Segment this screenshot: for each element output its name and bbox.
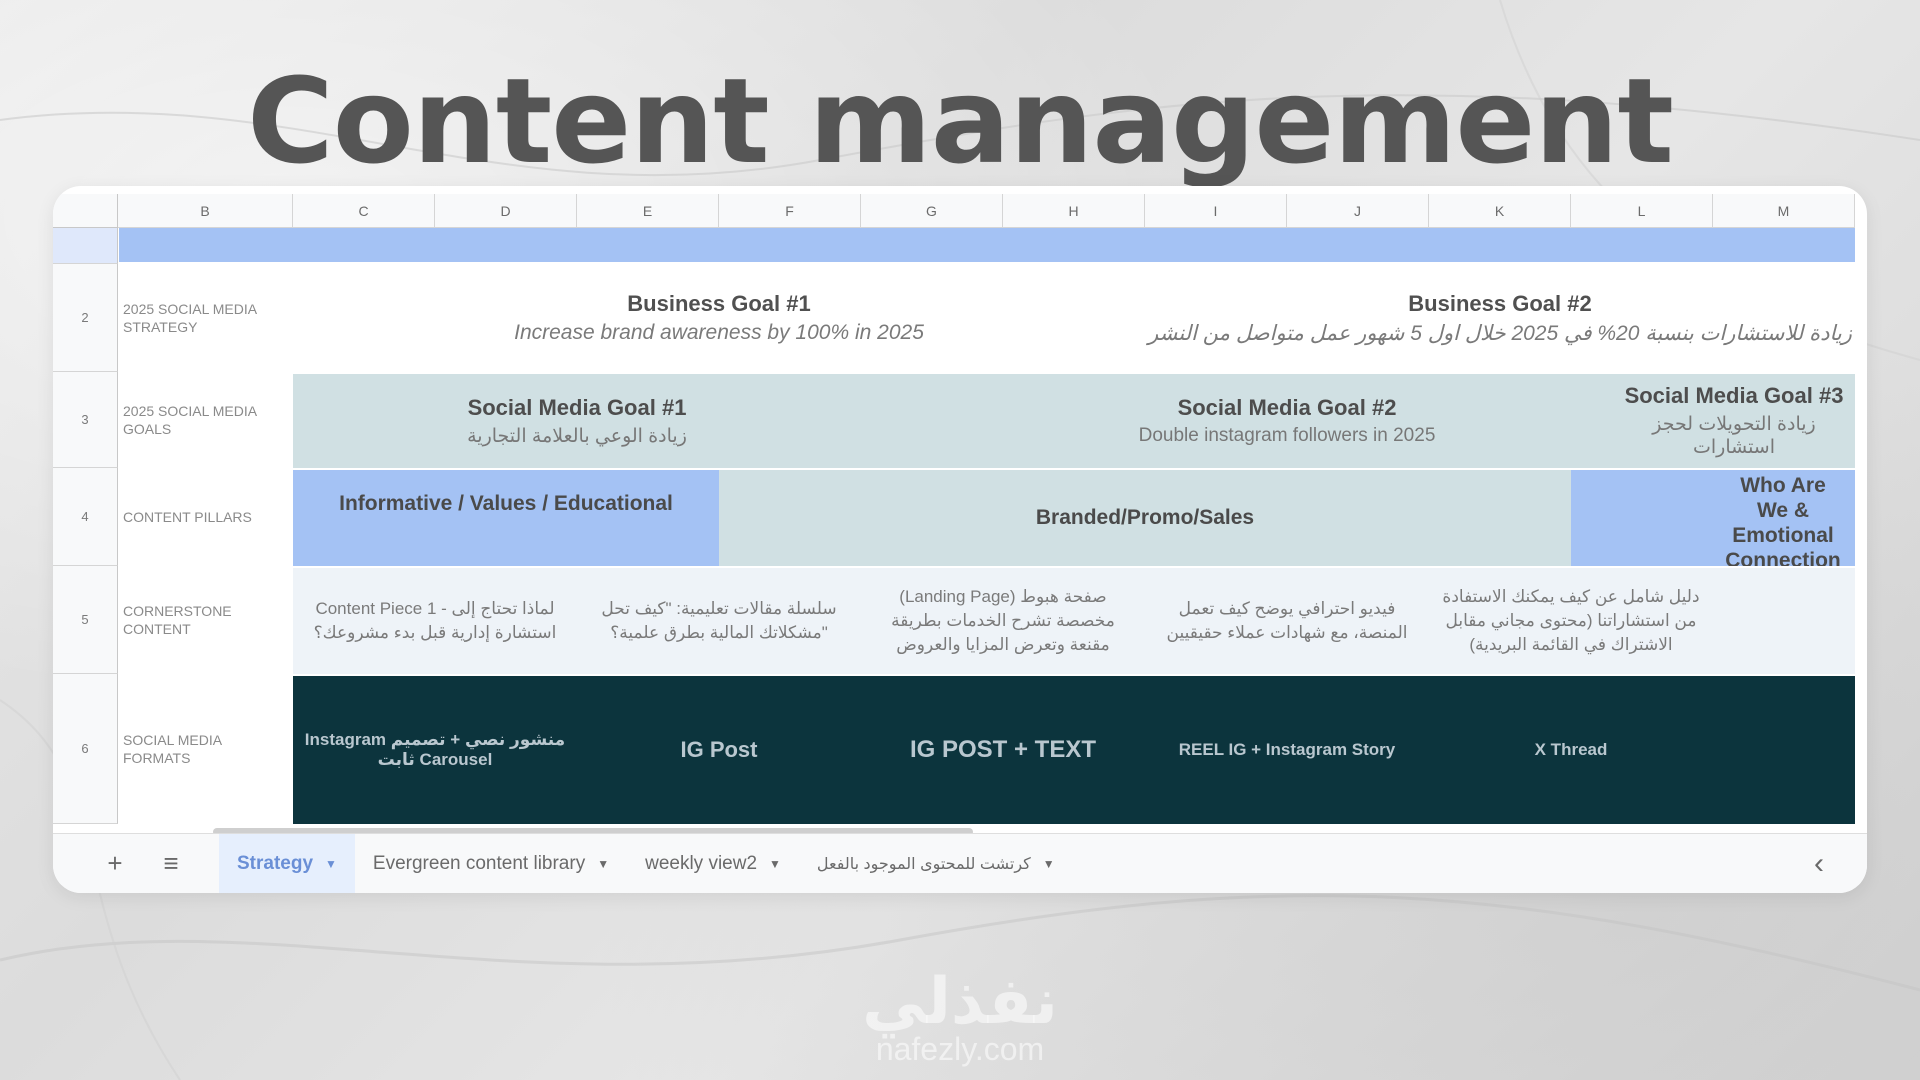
pillar-informative-label: Informative / Values / Educational xyxy=(339,492,673,515)
tab-existing-content[interactable]: كرتشت للمحتوى الموجود بالفعل ▼ xyxy=(799,834,1073,894)
row-header-1[interactable] xyxy=(53,228,118,264)
row-header-2[interactable]: 2 xyxy=(53,264,118,372)
business-goal-1-cell[interactable]: Business Goal #1 Increase brand awarenes… xyxy=(293,264,1145,372)
business-goal-2-subtitle: زيادة للاستشارات بنسبة 20% في 2025 خلال … xyxy=(1148,321,1852,345)
social-media-goal-1-title: Social Media Goal #1 xyxy=(467,394,687,420)
watermark-url: nafezly.com xyxy=(875,1031,1045,1067)
tab-weekly-view2[interactable]: weekly view2 ▼ xyxy=(627,834,799,894)
column-header-c[interactable]: C xyxy=(293,194,435,228)
column-header-i[interactable]: I xyxy=(1145,194,1287,228)
row-label-strategy[interactable]: 2025 SOCIAL MEDIA STRATEGY xyxy=(123,264,288,372)
row-header-3[interactable]: 3 xyxy=(53,372,118,468)
format-3-text: IG POST + TEXT xyxy=(909,736,1097,763)
column-header-j[interactable]: J xyxy=(1287,194,1429,228)
social-media-goal-3-title: Social Media Goal #3 xyxy=(1624,383,1844,408)
column-header-k[interactable]: K xyxy=(1429,194,1571,228)
format-1-cell[interactable]: Instagram منشور نصي + تصميم ثابت Carouse… xyxy=(293,676,577,824)
pillar-who-are-we-cell[interactable]: Who Are We & Emotional Connection xyxy=(1571,470,1855,566)
pillar-who-are-we-label: Who Are We & Emotional Connection xyxy=(1725,474,1841,566)
format-4-text: REEL IG + Instagram Story xyxy=(1178,740,1396,759)
column-header-e[interactable]: E xyxy=(577,194,719,228)
watermark: نفذلي nafezly.com xyxy=(0,965,1920,1068)
cornerstone-piece-1-text: Content Piece 1 - لماذا تحتاج إلى استشار… xyxy=(313,599,557,642)
tab-evergreen-label: Evergreen content library xyxy=(372,852,586,874)
row-label-cornerstone[interactable]: CORNERSTONE CONTENT xyxy=(123,566,288,674)
tab-strategy-label: Strategy xyxy=(237,852,314,874)
chevron-down-icon[interactable]: ▼ xyxy=(1043,857,1055,871)
cornerstone-piece-4-text: فيديو احترافي يوضح كيف تعمل المنصة، مع ش… xyxy=(1166,599,1408,642)
pillar-branded-cell[interactable]: Branded/Promo/Sales xyxy=(719,470,1571,566)
row-label-pillars[interactable]: CONTENT PILLARS xyxy=(123,468,288,566)
tab-strategy[interactable]: Strategy ▼ xyxy=(219,833,355,893)
business-goal-2-cell[interactable]: Business Goal #2 زيادة للاستشارات بنسبة … xyxy=(1145,264,1855,372)
column-header-f[interactable]: F xyxy=(719,194,861,228)
add-sheet-icon[interactable]: + xyxy=(87,848,143,879)
format-2-cell[interactable]: IG Post xyxy=(577,676,861,824)
column-header-d[interactable]: D xyxy=(435,194,577,228)
business-goal-1-title: Business Goal #1 xyxy=(627,291,811,316)
format-3-cell[interactable]: IG POST + TEXT xyxy=(861,676,1145,824)
social-media-goal-2-cell[interactable]: Social Media Goal #2 Double instagram fo… xyxy=(861,374,1713,468)
header-band xyxy=(119,228,1855,262)
sheet-tab-bar: + ≡ Strategy ▼ Evergreen content library… xyxy=(53,833,1867,893)
chevron-down-icon[interactable]: ▼ xyxy=(597,857,609,871)
business-goal-1-subtitle: Increase brand awareness by 100% in 2025 xyxy=(514,321,924,344)
business-goal-2-title: Business Goal #2 xyxy=(1408,290,1592,316)
chevron-down-icon[interactable]: ▼ xyxy=(769,857,781,871)
row-label-formats[interactable]: SOCIAL MEDIA FORMATS xyxy=(123,674,288,824)
select-all-corner[interactable] xyxy=(53,194,118,228)
pillar-informative-cell[interactable]: Informative / Values / Educational xyxy=(293,470,719,566)
column-header-h[interactable]: H xyxy=(1003,194,1145,228)
format-5-cell[interactable]: X Thread xyxy=(1429,676,1713,824)
row-header-6[interactable]: 6 xyxy=(53,674,118,824)
cornerstone-piece-3-cell[interactable]: (Landing Page) صفحة هبوط مخصصة تشرح الخد… xyxy=(861,568,1145,674)
social-media-goal-3-cell[interactable]: Social Media Goal #3 زيادة التحويلات لحج… xyxy=(1613,374,1855,468)
format-1-text: Instagram منشور نصي + تصميم ثابت Carouse… xyxy=(304,730,566,769)
pillar-branded-label: Branded/Promo/Sales xyxy=(1035,506,1255,529)
column-header-l[interactable]: L xyxy=(1571,194,1713,228)
column-header-b[interactable]: B xyxy=(118,194,293,228)
row-header-4[interactable]: 4 xyxy=(53,468,118,566)
collapse-tabs-icon[interactable]: ‹ xyxy=(1791,847,1847,881)
social-media-goal-3-subtitle: زيادة التحويلات لحجز استشارات xyxy=(1652,414,1816,458)
tab-existing-content-label: كرتشت للمحتوى الموجود بالفعل xyxy=(816,855,1031,873)
format-2-text: IG Post xyxy=(680,737,758,762)
chevron-down-icon[interactable]: ▼ xyxy=(325,857,337,871)
page-title: Content management xyxy=(247,52,1674,190)
column-header-g[interactable]: G xyxy=(861,194,1003,228)
cornerstone-piece-1-cell[interactable]: Content Piece 1 - لماذا تحتاج إلى استشار… xyxy=(293,568,577,674)
social-media-goal-2-title: Social Media Goal #2 xyxy=(1177,395,1397,420)
format-4-cell[interactable]: REEL IG + Instagram Story xyxy=(1145,676,1429,824)
row-header-5[interactable]: 5 xyxy=(53,566,118,674)
row-label-goals[interactable]: 2025 SOCIAL MEDIA GOALS xyxy=(123,372,288,468)
cornerstone-piece-4-cell[interactable]: فيديو احترافي يوضح كيف تعمل المنصة، مع ش… xyxy=(1145,568,1429,674)
social-media-goal-2-subtitle: Double instagram followers in 2025 xyxy=(1138,425,1436,446)
column-header-m[interactable]: M xyxy=(1713,194,1855,228)
social-media-goal-1-subtitle: زيادة الوعي بالعلامة التجارية xyxy=(467,425,687,447)
all-sheets-menu-icon[interactable]: ≡ xyxy=(143,848,199,879)
cornerstone-piece-2-text: سلسلة مقالات تعليمية: "كيف تحل مشكلاتك ا… xyxy=(601,599,837,642)
tab-weekly-label: weekly view2 xyxy=(645,852,758,874)
cornerstone-piece-3-text: (Landing Page) صفحة هبوط مخصصة تشرح الخد… xyxy=(891,587,1115,654)
format-5-text: X Thread xyxy=(1534,740,1608,759)
spreadsheet-card: B C D E F G H I J K L M 2 3 4 5 6 2025 S… xyxy=(53,186,1867,893)
cornerstone-piece-5-text: دليل شامل عن كيف يمكنك الاستفادة من استش… xyxy=(1442,587,1700,654)
cornerstone-piece-5-cell[interactable]: دليل شامل عن كيف يمكنك الاستفادة من استش… xyxy=(1429,568,1713,674)
cornerstone-piece-2-cell[interactable]: سلسلة مقالات تعليمية: "كيف تحل مشكلاتك ا… xyxy=(577,568,861,674)
watermark-arabic: نفذلي xyxy=(862,965,1058,1039)
social-media-goal-1-cell[interactable]: Social Media Goal #1 زيادة الوعي بالعلام… xyxy=(293,374,861,468)
tab-evergreen-content-library[interactable]: Evergreen content library ▼ xyxy=(355,834,627,894)
